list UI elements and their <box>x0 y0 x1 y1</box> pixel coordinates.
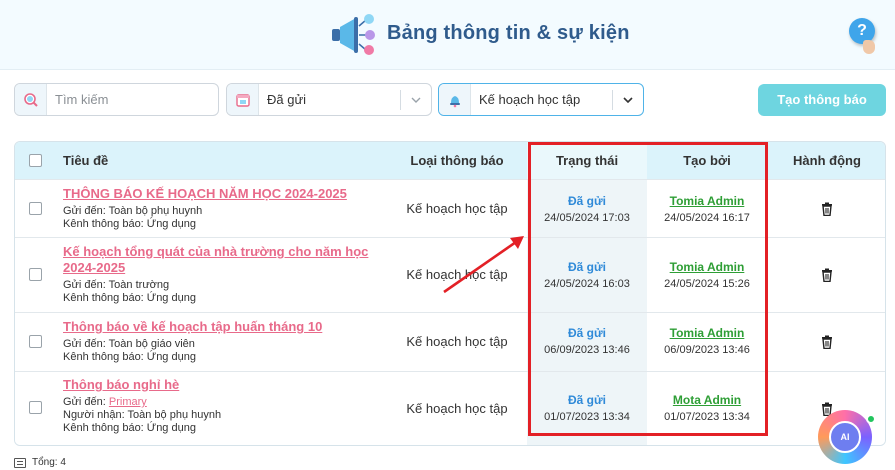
notification-title-link[interactable]: THÔNG BÁO KẾ HOẠCH NĂM HỌC 2024-2025 <box>63 186 383 202</box>
type-filter-value: Kế hoạch học tập <box>479 92 581 107</box>
trash-icon[interactable] <box>821 268 833 282</box>
help-button[interactable]: ? <box>849 18 875 54</box>
annotation-highlight-box <box>528 142 768 436</box>
row-checkbox[interactable] <box>29 401 42 414</box>
type-filter-select[interactable]: Kế hoạch học tập <box>438 83 644 116</box>
row-checkbox[interactable] <box>29 268 42 281</box>
channel-text: Kênh thông báo: Ứng dụng <box>63 292 196 304</box>
group-link-primary[interactable]: Primary <box>109 396 147 408</box>
row-checkbox[interactable] <box>29 335 42 348</box>
notification-title-link[interactable]: Thông báo về kế hoạch tập huấn tháng 10 <box>63 319 383 335</box>
list-icon <box>14 457 26 468</box>
create-notification-button[interactable]: Tạo thông báo <box>758 84 886 116</box>
send-to-text: Gửi đến: Toàn bộ giáo viên <box>63 338 195 350</box>
total-count: Tổng: 4 <box>32 457 66 468</box>
send-to-text: Gửi đến: Primary <box>63 396 383 409</box>
send-to-text: Gửi đến: Toàn trường <box>63 279 170 291</box>
status-filter-value: Đã gửi <box>267 92 307 107</box>
channel-text: Kênh thông báo: Ứng dụng <box>63 218 196 230</box>
ai-label: AI <box>829 421 861 453</box>
chevron-down-icon[interactable] <box>613 96 643 103</box>
trash-icon[interactable] <box>821 335 833 349</box>
column-header-type: Loại thông báo <box>410 153 504 168</box>
trash-icon[interactable] <box>821 202 833 216</box>
recipient-text: Người nhận: Toàn bộ phụ huynh <box>63 409 222 421</box>
send-to-text: Gửi đến: Toàn bộ phụ huynh <box>63 205 203 217</box>
notification-title-link[interactable]: 2024-2025 <box>63 260 383 276</box>
page-title: Bảng thông tin & sự kiện <box>387 22 630 44</box>
status-filter-select[interactable]: Đã gửi <box>226 83 432 116</box>
notification-title-link[interactable]: Thông báo nghỉ hè <box>63 377 383 393</box>
table-footer: Tổng: 4 <box>14 457 66 468</box>
select-all-checkbox[interactable] <box>29 154 42 167</box>
column-header-title: Tiêu đề <box>63 153 109 168</box>
bell-icon <box>439 84 471 115</box>
megaphone-icon <box>332 14 375 55</box>
calendar-icon <box>227 84 259 115</box>
notification-type: Kế hoạch học tập <box>406 334 508 349</box>
channel-text: Kênh thông báo: Ứng dụng <box>63 351 196 363</box>
column-header-actions: Hành động <box>793 153 861 168</box>
send-to-label: Gửi đến: <box>63 396 106 408</box>
search-input[interactable]: Tìm kiếm <box>47 92 218 107</box>
search-field[interactable]: Tìm kiếm <box>14 83 219 116</box>
search-icon <box>15 84 47 115</box>
row-checkbox[interactable] <box>29 202 42 215</box>
chevron-down-icon[interactable] <box>401 97 431 103</box>
ai-assistant-button[interactable]: AI <box>818 410 872 464</box>
online-status-dot <box>866 414 876 424</box>
channel-text: Kênh thông báo: Ứng dụng <box>63 422 196 434</box>
annotation-arrow-icon <box>443 236 524 294</box>
notification-type: Kế hoạch học tập <box>406 201 508 216</box>
notification-title-link[interactable]: Kế hoạch tổng quát của nhà trường cho nă… <box>63 244 383 260</box>
notification-type: Kế hoạch học tập <box>406 401 508 416</box>
page-header: Bảng thông tin & sự kiện ? <box>0 0 895 70</box>
